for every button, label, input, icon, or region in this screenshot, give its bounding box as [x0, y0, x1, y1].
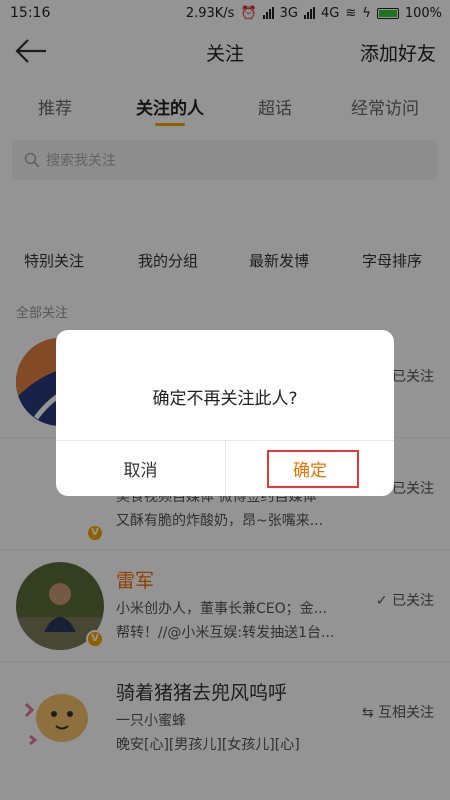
confirm-button[interactable]: 确定 — [226, 440, 394, 496]
cancel-button[interactable]: 取消 — [56, 440, 225, 496]
unfollow-confirm-dialog: 确定不再关注此人? 取消 确定 — [56, 330, 394, 496]
dialog-message: 确定不再关注此人? — [152, 389, 298, 409]
